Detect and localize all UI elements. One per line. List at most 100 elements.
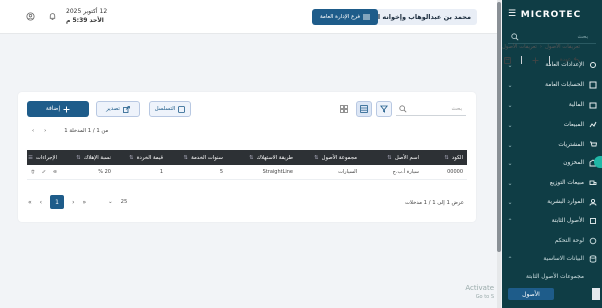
sequence-label: التسلسل [154, 106, 176, 112]
back-arrow-icon [573, 57, 580, 63]
cell-depreciation-rate: 20 % [61, 165, 115, 180]
add-icon[interactable] [532, 57, 539, 64]
sidebar-item-inventory[interactable]: المخزون ⌄ [506, 156, 598, 170]
column-header-actions: الإجراءات☰ [27, 150, 61, 165]
sidebar-item-dashboard[interactable]: لوحة التحكم [506, 234, 598, 248]
page-size-select[interactable]: ⌄ 25 [108, 199, 127, 205]
page-size-value: 25 [120, 199, 128, 205]
next-page-icon[interactable]: › [44, 128, 46, 134]
column-header-code[interactable]: الكود⇅ [423, 150, 467, 165]
prev-page-icon[interactable]: ‹ [32, 128, 34, 134]
sort-icon[interactable]: ⇅ [314, 155, 318, 161]
sequence-button[interactable]: التسلسل [149, 101, 191, 117]
sidebar-item-label: المبيعات [563, 122, 584, 128]
column-header-asset-group[interactable]: مجموعة الأصول⇅ [297, 150, 361, 165]
add-button[interactable]: إضافة [27, 101, 89, 117]
footer-info: عرض 1 إلى 1 / 1 مدخلات [404, 200, 464, 206]
sort-icon[interactable]: ⇅ [249, 155, 253, 161]
page-scrollbar[interactable] [497, 0, 501, 308]
breadcrumb-current: تعريفات الأصول [501, 44, 537, 50]
sidebar-active-marker [594, 156, 602, 168]
sidebar-item-label: الموارد البشرية [547, 199, 584, 205]
sidebar-item-distribution-sales[interactable]: مبيعات التوزيع ⌄ [506, 176, 598, 190]
chevron-up-icon: ⌃ [507, 217, 513, 225]
branch-icon [363, 14, 371, 20]
dashboard-icon [588, 236, 598, 246]
datetime: 12 أكتوبر 2025 الأحد 5:39 م [66, 8, 110, 24]
cell-scrap-value: 1 [115, 165, 167, 180]
sidebar-item-hr[interactable]: الموارد البشرية ⌄ [506, 195, 598, 209]
sidebar-item-finance[interactable]: المالية ⌄ [506, 98, 598, 112]
top-header: محمد بن عبدالوهاب وإخوانه القابضة فرع ال… [0, 0, 497, 34]
edit-icon[interactable] [42, 168, 46, 175]
grid-view-button[interactable] [336, 101, 352, 117]
scrollbar-thumb[interactable] [497, 2, 501, 252]
filter-button[interactable] [376, 101, 392, 117]
database-icon [588, 254, 598, 264]
sidebar-item-fixed-assets[interactable]: الأصول الثابتة ⌃ [506, 214, 598, 228]
sidebar-item-general-accounts[interactable]: الحسابات العامة ⌄ [506, 78, 598, 92]
chip-handle[interactable] [592, 288, 600, 300]
cell-code: 00000 [423, 165, 467, 180]
last-page-icon[interactable]: » [82, 199, 86, 206]
chevron-down-icon: ⌄ [507, 121, 513, 129]
sidebar-item-purchases[interactable]: المشتريات ⌄ [506, 138, 598, 152]
ledger-icon [588, 80, 598, 90]
cell-service-years: 5 [167, 165, 227, 180]
plus-icon [63, 106, 70, 113]
app-logo: MICROTEC [520, 10, 582, 20]
next-page-icon[interactable]: › [72, 199, 74, 206]
search-placeholder: بحث [451, 106, 462, 112]
activation-watermark: Activate [465, 284, 494, 292]
sidebar-item-asset-groups[interactable]: مجموعات الأصول الثابتة [506, 270, 598, 284]
back-button[interactable]: عودة [560, 57, 580, 63]
sort-icon[interactable]: ⇅ [129, 155, 133, 161]
bottom-pager: عرض 1 إلى 1 / 1 مدخلات « ‹ 1 › » ⌄ 25 [28, 195, 468, 211]
sort-icon[interactable]: ⇅ [387, 155, 391, 161]
chevron-down-icon: ⌄ [507, 81, 513, 89]
sidebar-search[interactable]: بحث [508, 32, 596, 44]
branch-button[interactable]: فرع الإدارة العامة [312, 9, 378, 25]
sort-icon[interactable]: ⇅ [76, 155, 80, 161]
chevron-down-icon: ⌄ [108, 199, 113, 205]
sidebar-item-sales[interactable]: المبيعات ⌄ [506, 118, 598, 132]
cell-asset-name: سيارة أ.ب.ج [361, 165, 423, 180]
sort-icon[interactable]: ⇅ [444, 155, 448, 161]
page-button-current[interactable]: 1 [50, 195, 65, 209]
save-icon[interactable] [504, 56, 511, 64]
sidebar-item-label: المشتريات [558, 142, 584, 148]
table-row[interactable]: 00000 سيارة أ.ب.ج السيارات StraightLine … [27, 165, 467, 180]
column-header-depreciation-rate[interactable]: نسبة الإهلاك⇅ [61, 150, 115, 165]
sidebar-item-master-data[interactable]: البيانات الاساسية ⌃ [506, 252, 598, 266]
top-pager: ‹ › 1 من 1 / 1 المدخلة [32, 128, 108, 134]
breadcrumb-item[interactable]: تعريفات الأصول [545, 44, 580, 50]
assets-chip[interactable]: الأصول [508, 288, 554, 300]
activation-watermark-sub: Go to S [475, 294, 494, 300]
branch-label: فرع الإدارة العامة [319, 14, 361, 20]
sequence-icon [178, 105, 186, 113]
search-input[interactable]: بحث [396, 102, 466, 116]
add-label: إضافة [45, 106, 61, 112]
settings-icon [588, 60, 598, 70]
view-icon[interactable] [52, 168, 57, 175]
sidebar-item-label: الحسابات العامة [545, 82, 584, 88]
sidebar-item-label: البيانات الاساسية [543, 256, 584, 262]
table-view-button[interactable] [356, 101, 372, 117]
prev-page-icon[interactable]: ‹ [40, 199, 42, 206]
columns-menu-icon[interactable]: ☰ [28, 155, 33, 161]
pagination: « ‹ 1 › » ⌄ 25 [28, 195, 127, 209]
bell-icon[interactable] [48, 12, 57, 21]
user-icon[interactable] [26, 12, 35, 21]
column-header-depreciation-method[interactable]: طريقة الاستهلاك⇅ [227, 150, 297, 165]
column-header-scrap-value[interactable]: قيمة الخردة⇅ [115, 150, 167, 165]
first-page-icon[interactable]: « [28, 199, 32, 206]
delete-icon[interactable] [31, 168, 35, 175]
sidebar-item-label: المخزون [563, 160, 584, 166]
chevron-left-icon: ‹ [539, 44, 543, 50]
search-icon [399, 105, 407, 113]
sort-icon[interactable]: ⇅ [184, 155, 188, 161]
column-header-asset-name[interactable]: اسم الأصل⇅ [361, 150, 423, 165]
export-button[interactable]: تصدير [96, 101, 140, 117]
chevron-down-icon: ⌄ [507, 101, 513, 109]
column-header-service-years[interactable]: سنوات الخدمة⇅ [167, 150, 227, 165]
